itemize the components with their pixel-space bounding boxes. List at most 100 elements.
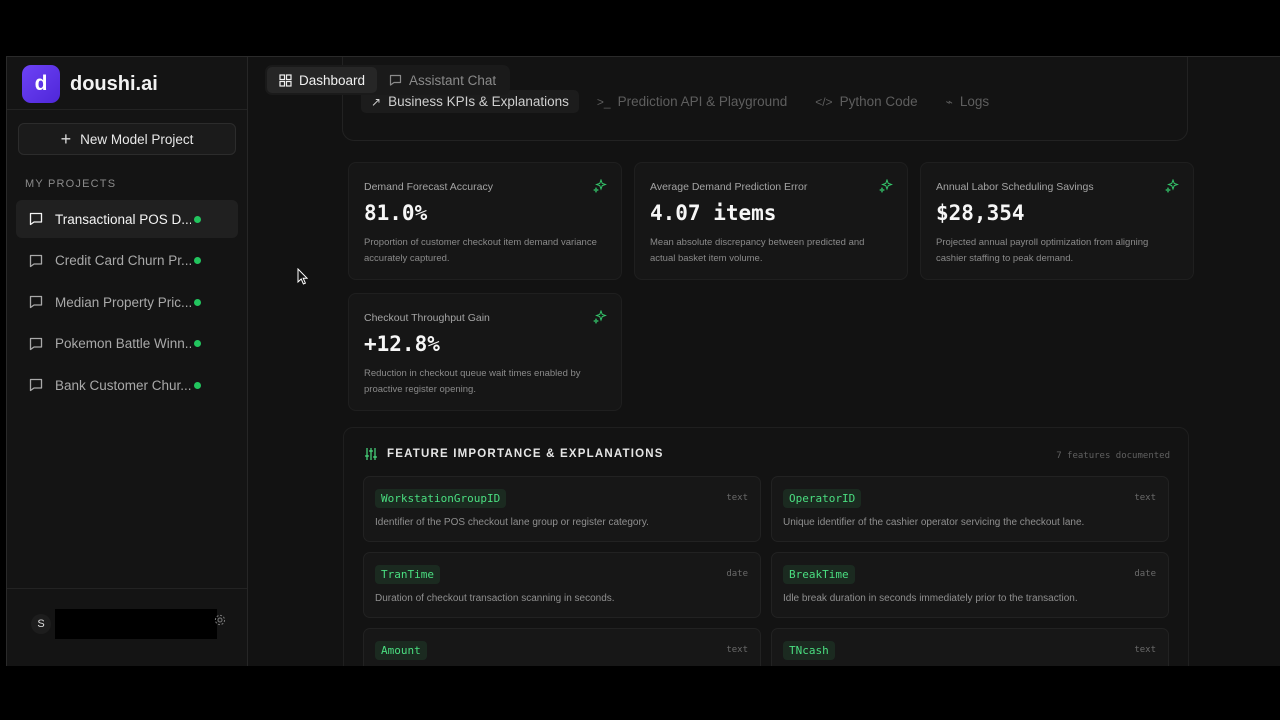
chat-bubble-icon: [29, 379, 43, 392]
feature-item: TNcash text: [771, 628, 1169, 666]
sparkles-icon: [593, 179, 607, 193]
tab-prediction-api[interactable]: >_ Prediction API & Playground: [587, 90, 797, 113]
new-model-project-button[interactable]: + New Model Project: [18, 123, 236, 155]
status-dot: [194, 298, 201, 306]
project-list: Transactional POS D... Credit Card Churn…: [16, 200, 238, 408]
kpi-description: Projected annual payroll optimization fr…: [936, 237, 1149, 264]
project-item[interactable]: Pokemon Battle Winn...: [16, 325, 238, 363]
project-name: Median Property Pric...: [55, 294, 191, 310]
kpi-value: 81.0%: [364, 201, 428, 225]
kpi-value: +12.8%: [364, 332, 440, 356]
project-item[interactable]: Median Property Pric...: [16, 283, 238, 321]
chat-bubble-icon: [389, 74, 402, 86]
project-name: Bank Customer Chur...: [55, 377, 191, 393]
kpi-label: Demand Forecast Accuracy: [364, 181, 493, 193]
status-dot: [194, 257, 201, 265]
feature-description: Duration of checkout transaction scannin…: [375, 593, 615, 604]
tab-label: Dashboard: [299, 72, 366, 88]
feature-item: TranTime date Duration of checkout trans…: [363, 552, 761, 618]
section-title: FEATURE IMPORTANCE & EXPLANATIONS: [387, 448, 664, 460]
feature-type: text: [726, 493, 748, 503]
sliders-icon: [365, 448, 377, 460]
feature-importance-header: FEATURE IMPORTANCE & EXPLANATIONS: [364, 447, 664, 461]
feature-name: Amount: [375, 641, 427, 660]
feature-description: Idle break duration in seconds immediate…: [783, 593, 1078, 604]
tab-label: Business KPIs & Explanations: [388, 94, 569, 109]
status-dot: [194, 215, 201, 223]
sidebar: d doushi.ai + New Model Project MY PROJE…: [7, 57, 248, 666]
brand[interactable]: d doushi.ai: [22, 65, 158, 103]
main-content: ↗ Business KPIs & Explanations >_ Predic…: [249, 57, 1280, 666]
feature-type: text: [1134, 493, 1156, 503]
feature-name: WorkstationGroupID: [375, 489, 507, 508]
feature-type: date: [726, 569, 748, 579]
terminal-icon: >_: [596, 94, 611, 109]
project-item[interactable]: Credit Card Churn Pr...: [16, 242, 238, 280]
trend-icon: ↗: [371, 94, 382, 109]
project-name: Credit Card Churn Pr...: [55, 253, 191, 269]
kpi-card: Annual Labor Scheduling Savings $28,354 …: [920, 162, 1194, 280]
divider: [7, 109, 247, 110]
feature-type: date: [1134, 569, 1156, 579]
kpi-value: $28,354: [936, 201, 1025, 225]
view-switcher: Dashboard Assistant Chat: [265, 65, 511, 95]
brand-logo: d: [22, 65, 60, 103]
tab-label: Python Code: [839, 94, 918, 109]
chat-bubble-icon: [29, 296, 43, 309]
status-dot: [194, 381, 201, 389]
project-name: Pokemon Battle Winn...: [55, 336, 191, 352]
tab-assistant-chat[interactable]: Assistant Chat: [377, 67, 508, 93]
kpi-description: Reduction in checkout queue wait times e…: [364, 368, 581, 395]
feature-name: BreakTime: [783, 565, 855, 584]
feature-type: text: [726, 645, 748, 655]
tab-label: Logs: [959, 94, 990, 109]
kpi-description: Proportion of customer checkout item dem…: [364, 237, 597, 264]
tab-dashboard[interactable]: Dashboard: [267, 67, 378, 93]
sparkles-icon: [593, 310, 607, 324]
feature-type: text: [1134, 645, 1156, 655]
tab-python-code[interactable]: </> Python Code: [805, 90, 927, 113]
brand-name: doushi.ai: [70, 72, 158, 95]
section-label-my-projects: MY PROJECTS: [25, 178, 117, 190]
feature-description: Identifier of the POS checkout lane grou…: [375, 517, 649, 528]
activity-icon: ⌁: [945, 94, 953, 109]
tab-label: Assistant Chat: [409, 72, 497, 88]
chat-bubble-icon: [29, 212, 43, 226]
avatar: S: [31, 614, 51, 634]
kpi-card: Demand Forecast Accuracy 81.0% Proportio…: [348, 162, 622, 280]
project-item[interactable]: Bank Customer Chur...: [16, 366, 238, 404]
chat-bubble-icon: [29, 337, 43, 350]
feature-name: OperatorID: [783, 489, 862, 508]
feature-item: BreakTime date Idle break duration in se…: [771, 552, 1169, 618]
kpi-label: Checkout Throughput Gain: [364, 312, 490, 324]
grid-icon: [279, 73, 292, 87]
kpi-label: Annual Labor Scheduling Savings: [936, 181, 1094, 193]
project-item[interactable]: Transactional POS D...: [16, 200, 238, 238]
feature-description: Unique identifier of the cashier operato…: [783, 517, 1085, 528]
feature-importance-card: FEATURE IMPORTANCE & EXPLANATIONS 7 feat…: [343, 427, 1189, 666]
plus-icon: +: [60, 129, 72, 149]
feature-name: TNcash: [783, 641, 835, 660]
user-profile[interactable]: S: [31, 609, 217, 639]
feature-item: Amount text: [363, 628, 761, 666]
divider: [7, 588, 247, 589]
kpi-card: Checkout Throughput Gain +12.8% Reductio…: [348, 293, 622, 411]
project-name: Transactional POS D...: [55, 211, 191, 227]
kpi-value: 4.07 items: [650, 201, 777, 225]
kpi-label: Average Demand Prediction Error: [650, 181, 808, 193]
app-window: d doushi.ai + New Model Project MY PROJE…: [6, 56, 1280, 666]
redacted-user-info: [55, 609, 217, 639]
chat-bubble-icon: [29, 254, 43, 267]
mouse-cursor-icon: [297, 268, 308, 285]
gear-icon[interactable]: [214, 614, 226, 626]
feature-count: 7 features documented: [1056, 451, 1170, 461]
sparkles-icon: [1165, 179, 1179, 193]
feature-item: OperatorID text Unique identifier of the…: [771, 476, 1169, 542]
sparkles-icon: [879, 179, 893, 193]
feature-item: WorkstationGroupID text Identifier of th…: [363, 476, 761, 542]
kpi-card: Average Demand Prediction Error 4.07 ite…: [634, 162, 908, 280]
feature-name: TranTime: [375, 565, 440, 584]
tab-logs[interactable]: ⌁ Logs: [936, 90, 1000, 113]
code-icon: </>: [815, 94, 833, 109]
new-project-label: New Model Project: [80, 131, 194, 147]
